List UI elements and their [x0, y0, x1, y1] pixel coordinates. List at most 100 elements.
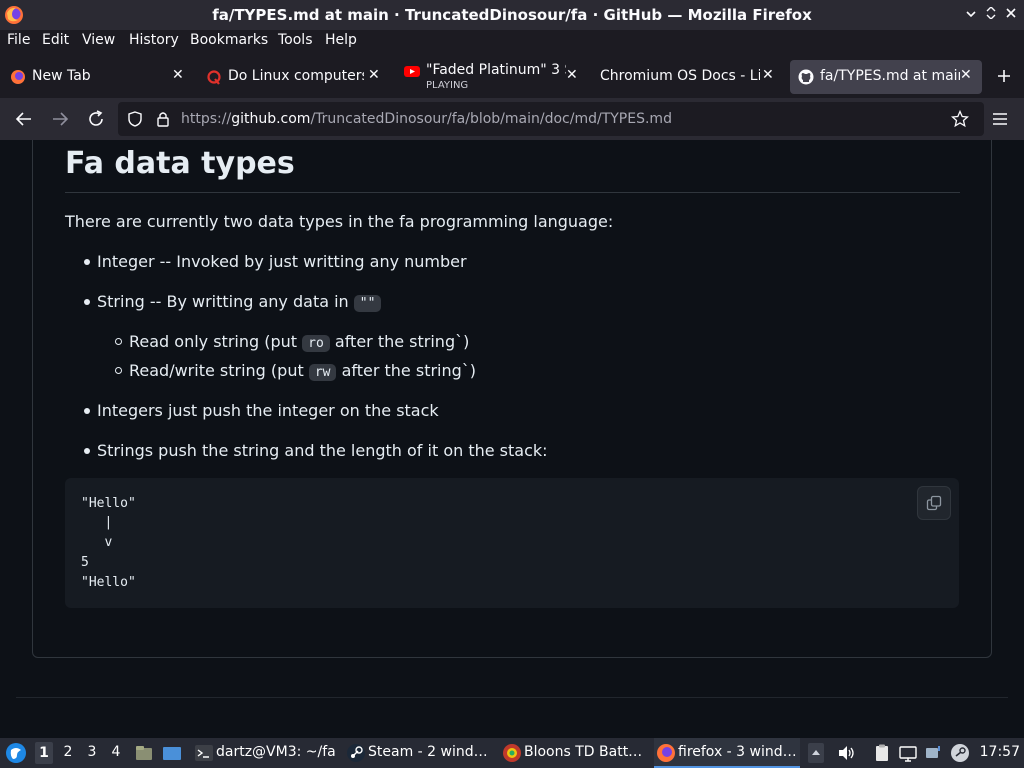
- task-label: firefox - 3 wind…: [678, 744, 797, 760]
- window-title: fa/TYPES.md at main · TruncatedDinosour/…: [212, 6, 812, 24]
- menu-tools[interactable]: Tools: [278, 32, 313, 48]
- menu-view[interactable]: View: [82, 32, 115, 48]
- tab-chromium-docs[interactable]: Chromium OS Docs - Lin ✕: [592, 60, 784, 94]
- tab-label: "Faded Platinum" 3 S: [426, 62, 566, 78]
- tab-close-button[interactable]: ✕: [172, 67, 184, 83]
- new-tab-button[interactable]: [990, 60, 1020, 94]
- desktop-taskbar: 1 2 3 4 dartz@VM3: ~/fa Steam - 2 wind… …: [0, 738, 1024, 768]
- footer-divider: [16, 697, 1008, 698]
- task-label: Bloons TD Batt…: [524, 744, 643, 760]
- menu-bookmarks[interactable]: Bookmarks: [190, 32, 268, 48]
- sub-bullet-circle: [115, 338, 122, 345]
- star-bookmark-icon[interactable]: [951, 110, 969, 128]
- intro-paragraph: There are currently two data types in th…: [65, 212, 614, 231]
- list-item-string-text: String -- By writting any data in: [97, 292, 349, 311]
- bullet-dot: [84, 299, 90, 305]
- firefox-icon: [657, 744, 675, 762]
- tab-github-types[interactable]: fa/TYPES.md at main ✕: [790, 60, 982, 94]
- copy-code-button[interactable]: [917, 486, 951, 520]
- window-titlebar: fa/TYPES.md at main · TruncatedDinosour/…: [0, 0, 1024, 30]
- navigation-toolbar: https://github.com/TruncatedDinosour/fa/…: [0, 98, 1024, 140]
- volume-icon[interactable]: [836, 743, 856, 763]
- copy-icon: [926, 495, 942, 511]
- tab-youtube[interactable]: "Faded Platinum" 3 S PLAYING ✕: [396, 60, 588, 94]
- lock-icon[interactable]: [154, 110, 172, 128]
- task-firefox[interactable]: firefox - 3 wind…: [654, 738, 800, 768]
- list-item-integer: Integer -- Invoked by just writting any …: [97, 252, 467, 271]
- display-icon[interactable]: [924, 743, 944, 763]
- youtube-icon: [404, 66, 420, 77]
- arrow-left-icon: [15, 112, 31, 126]
- tab-close-button[interactable]: ✕: [566, 67, 578, 83]
- shield-icon[interactable]: [126, 110, 144, 128]
- tab-label: fa/TYPES.md at main: [820, 68, 960, 84]
- chevron-up-icon: [812, 750, 820, 755]
- close-icon: [1006, 8, 1016, 18]
- bloons-icon: [503, 744, 521, 762]
- sub-item-read-write: Read/write string (put rw after the stri…: [129, 361, 476, 381]
- forward-button[interactable]: [48, 107, 72, 131]
- maximize-icon: [986, 6, 996, 20]
- code-line: |: [81, 515, 113, 530]
- workspace-4[interactable]: 4: [107, 744, 125, 760]
- menu-file[interactable]: File: [7, 32, 30, 48]
- steam-icon: [347, 744, 365, 762]
- file-manager-icon[interactable]: [134, 743, 154, 763]
- plus-icon: [998, 70, 1010, 82]
- url-bar[interactable]: https://github.com/TruncatedDinosour/fa/…: [118, 102, 984, 136]
- tab-close-button[interactable]: ✕: [368, 67, 380, 83]
- network-icon[interactable]: [898, 743, 918, 763]
- workspace-1[interactable]: 1: [35, 742, 53, 764]
- hamburger-menu-icon: [993, 113, 1007, 125]
- inline-code-ro: ro: [302, 335, 330, 352]
- code-line: v: [81, 535, 113, 550]
- maximize-button[interactable]: [982, 6, 1000, 24]
- steam-tray-icon[interactable]: [950, 743, 970, 763]
- github-icon: [798, 69, 814, 85]
- tray-collapse-button[interactable]: [808, 743, 824, 763]
- reload-icon: [89, 110, 103, 126]
- tab-quora[interactable]: Do Linux computers ’ ✕: [198, 60, 390, 94]
- sub-bullet-circle: [115, 367, 122, 374]
- code-line: 5: [81, 555, 89, 570]
- close-window-button[interactable]: [1002, 6, 1020, 24]
- menu-edit[interactable]: Edit: [42, 32, 69, 48]
- sub-item-text: Read/write string (put: [129, 361, 304, 380]
- task-label: Steam - 2 wind…: [368, 744, 488, 760]
- task-steam[interactable]: Steam - 2 wind…: [344, 738, 494, 768]
- tab-new-tab[interactable]: New Tab ✕: [2, 60, 194, 94]
- menu-history[interactable]: History: [129, 32, 179, 48]
- tab-label: New Tab: [32, 68, 91, 84]
- sub-item-text: Read only string (put: [129, 332, 298, 351]
- page-heading: Fa data types: [65, 146, 295, 181]
- url-path: /TruncatedDinosour/fa/blob/main/doc/md/T…: [310, 111, 672, 127]
- task-bloons[interactable]: Bloons TD Batt…: [500, 738, 650, 768]
- minimize-button[interactable]: [962, 6, 980, 24]
- bullet-dot: [84, 408, 90, 414]
- tab-strip: New Tab ✕ Do Linux computers ’ ✕ "Faded …: [0, 52, 1024, 98]
- tab-close-button[interactable]: ✕: [960, 67, 972, 83]
- sub-item-read-only: Read only string (put ro after the strin…: [129, 332, 469, 352]
- clock: 17:57: [979, 744, 1020, 760]
- heading-divider: [65, 192, 960, 193]
- sub-item-text: after the string`): [341, 361, 477, 380]
- workspace-2[interactable]: 2: [59, 744, 77, 760]
- sub-item-text: after the string`): [334, 332, 470, 351]
- app-menu-button[interactable]: [988, 107, 1012, 131]
- tab-close-button[interactable]: ✕: [762, 67, 774, 83]
- reload-button[interactable]: [84, 107, 108, 131]
- start-menu-icon[interactable]: [5, 742, 27, 764]
- url-text[interactable]: https://github.com/TruncatedDinosour/fa/…: [181, 111, 672, 127]
- tab-label: Do Linux computers ’: [228, 68, 364, 84]
- show-desktop-icon[interactable]: [162, 743, 182, 763]
- list-item-string: String -- By writting any data in "": [97, 292, 382, 312]
- terminal-icon: [195, 745, 213, 761]
- task-terminal[interactable]: dartz@VM3: ~/fa: [192, 738, 342, 768]
- clipboard-icon[interactable]: [872, 743, 892, 763]
- screen: fa/TYPES.md at main · TruncatedDinosour/…: [0, 0, 1024, 768]
- list-item-strings-push: Strings push the string and the length o…: [97, 441, 548, 460]
- back-button[interactable]: [12, 107, 36, 131]
- menu-help[interactable]: Help: [325, 32, 357, 48]
- task-label: dartz@VM3: ~/fa: [216, 744, 336, 760]
- workspace-3[interactable]: 3: [83, 744, 101, 760]
